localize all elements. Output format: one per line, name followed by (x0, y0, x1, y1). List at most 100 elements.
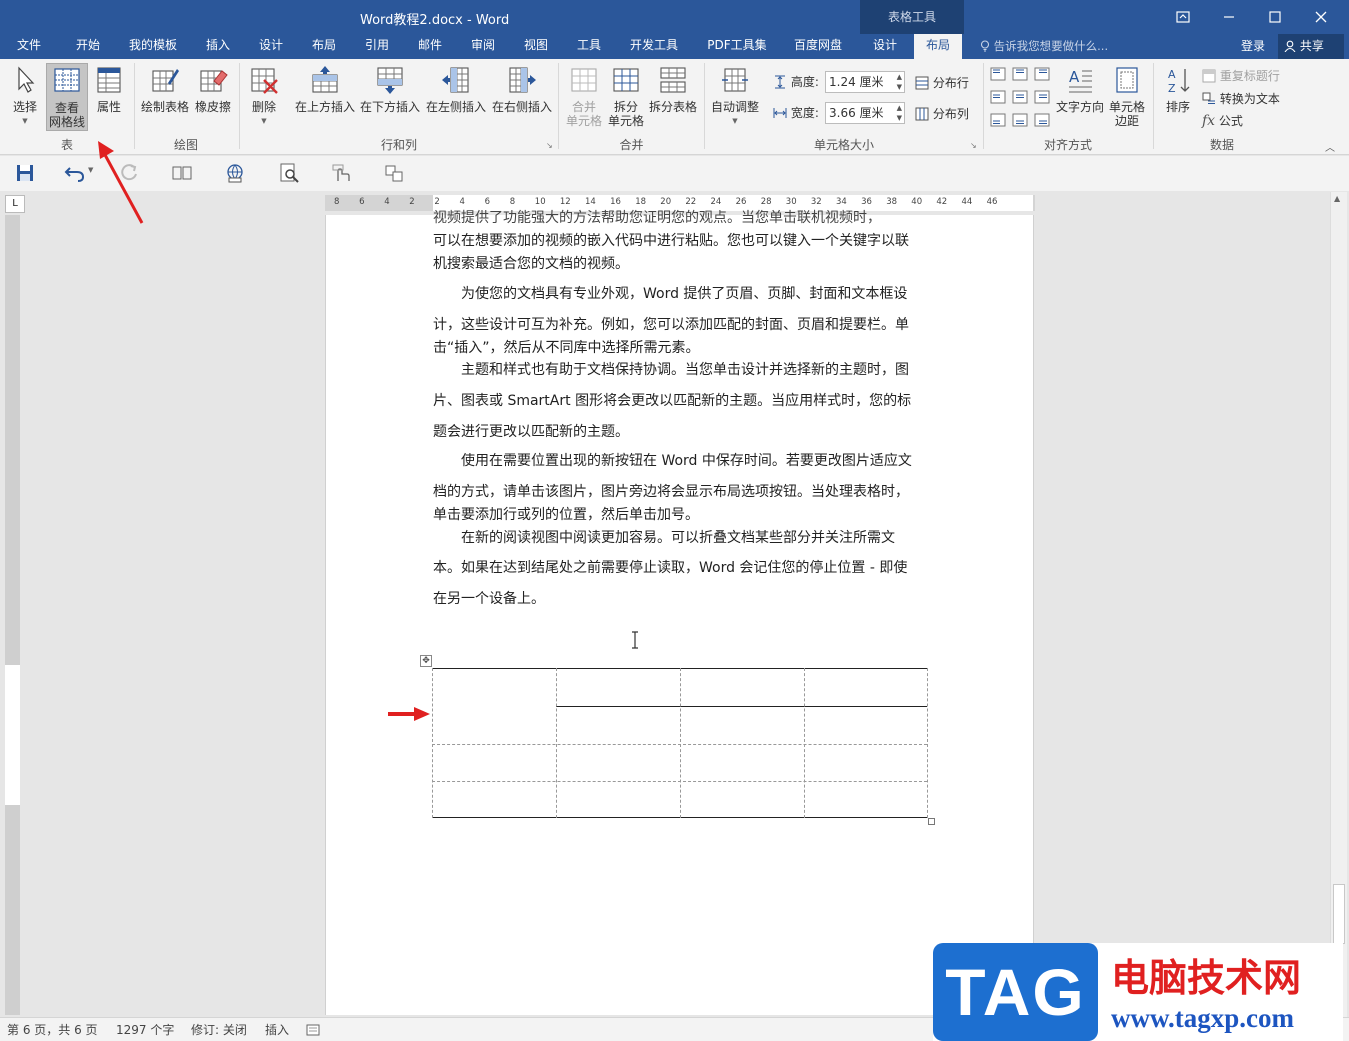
split-cells-button[interactable]: 拆分 单元格 (605, 65, 647, 128)
tab-table-layout[interactable]: 布局 (914, 34, 962, 59)
align-top-right-icon[interactable] (1034, 67, 1050, 81)
align-top-center-icon[interactable] (1012, 67, 1028, 81)
tab-table-design[interactable]: 设计 (862, 34, 908, 59)
undo-icon[interactable] (64, 162, 86, 184)
close-button[interactable] (1298, 0, 1344, 34)
macro-record-icon[interactable] (306, 1023, 320, 1037)
gridline (804, 668, 805, 818)
insert-above-button[interactable]: 在上方插入 (294, 65, 356, 114)
tab-layout[interactable]: 布局 (302, 34, 346, 59)
word-count[interactable]: 1297 个字 (116, 1021, 174, 1038)
cursor-arrow-icon (18, 66, 35, 93)
tab-view[interactable]: 视图 (514, 34, 558, 59)
convert-text-label: 转换为文本 (1219, 92, 1280, 106)
page-count[interactable]: 第 6 页，共 6 页 (7, 1021, 98, 1038)
view-gridlines-button[interactable]: 查看 网格线 (46, 63, 88, 131)
window-title: Word教程2.docx - Word (360, 13, 510, 28)
scroll-thumb[interactable] (1333, 884, 1345, 944)
distribute-rows-button[interactable]: 分布行 (915, 74, 969, 91)
paragraph-line: 机搜索最适合您的文档的视频。 (433, 256, 629, 272)
eraser-button[interactable]: 橡皮擦 (192, 65, 234, 114)
tab-my-templates[interactable]: 我的模板 (122, 34, 184, 59)
draw-table-button[interactable]: 绘制表格 (140, 65, 190, 114)
vertical-ruler[interactable] (5, 215, 20, 1015)
height-input[interactable]: 1.24 厘米 ▲ ▼ (825, 71, 905, 93)
formula-button[interactable]: fx 公式 (1202, 112, 1243, 129)
insert-below-button[interactable]: 在下方插入 (358, 65, 422, 114)
tab-design[interactable]: 设计 (249, 34, 293, 59)
align-bottom-left-icon[interactable] (990, 113, 1006, 127)
tab-developer[interactable]: 开发工具 (620, 34, 688, 59)
spin-arrows-icon[interactable]: ▲ ▼ (897, 72, 902, 92)
paragraph-line: 视频提供了功能强大的方法帮助您证明您的观点。当您单击联机视频时， (433, 210, 881, 226)
align-top-left-icon[interactable] (990, 67, 1006, 81)
track-changes-status[interactable]: 修订: 关闭 (191, 1021, 247, 1038)
text-direction-label: 文字方向 (1055, 100, 1104, 114)
ruler-tick-label: 34 (836, 197, 847, 207)
spin-arrows-icon[interactable]: ▲ ▼ (897, 103, 902, 123)
tab-pdf-tools[interactable]: PDF工具集 (700, 34, 774, 59)
distribute-cols-button[interactable]: 分布列 (915, 105, 969, 122)
paragraph-line: 计，这些设计可互为补充。例如，您可以添加匹配的封面、页眉和提要栏。单 (433, 317, 909, 333)
delete-button[interactable]: 删除 ▼ (244, 65, 284, 128)
tab-selector[interactable]: L (5, 195, 25, 213)
merge-cells-button[interactable]: 合并 单元格 (563, 65, 605, 128)
insert-left-button[interactable]: 在左侧插入 (424, 65, 488, 114)
width-input[interactable]: 3.66 厘米 ▲ ▼ (825, 102, 905, 124)
minimize-button[interactable] (1206, 0, 1252, 34)
text-direction-icon: A (1069, 68, 1092, 93)
web-layout-icon[interactable] (224, 162, 246, 184)
dialog-launcher-icon[interactable]: ↘ (970, 141, 977, 150)
tab-review[interactable]: 审阅 (461, 34, 505, 59)
tab-mailings[interactable]: 邮件 (408, 34, 452, 59)
autofit-label: 自动调整 (710, 100, 759, 114)
align-middle-left-icon[interactable] (990, 90, 1006, 104)
login-link[interactable]: 登录 (1241, 34, 1265, 58)
tab-home[interactable]: 开始 (66, 34, 110, 59)
tab-file[interactable]: 文件 (8, 34, 50, 59)
tab-baidu-netdisk[interactable]: 百度网盘 (786, 34, 850, 59)
scroll-up-icon[interactable]: ▲ (1334, 194, 1340, 203)
autofit-button[interactable]: 自动调整 ▼ (708, 65, 762, 128)
table-move-handle[interactable]: ✥ (420, 655, 432, 667)
svg-text:A: A (1069, 68, 1080, 86)
convert-to-text-button[interactable]: 转换为文本 (1202, 90, 1280, 107)
repeat-header-rows-button[interactable]: 重复标题行 (1202, 67, 1280, 84)
customize-toolbar-icon[interactable] (383, 162, 405, 184)
document-table[interactable] (432, 668, 935, 825)
share-button[interactable]: 共享 (1278, 34, 1344, 59)
align-bottom-right-icon[interactable] (1034, 113, 1050, 127)
sort-button[interactable]: AZ 排序 (1160, 65, 1196, 114)
dialog-launcher-icon[interactable]: ↘ (546, 141, 553, 150)
align-bottom-center-icon[interactable] (1012, 113, 1028, 127)
tab-insert[interactable]: 插入 (196, 34, 240, 59)
split-table-button[interactable]: 拆分表格 (648, 65, 698, 114)
ruler-tick-label: 8 (509, 197, 516, 207)
align-middle-right-icon[interactable] (1034, 90, 1050, 104)
eraser-label: 橡皮擦 (194, 100, 231, 114)
properties-button[interactable]: 属性 (90, 65, 128, 114)
cell-margins-button[interactable]: 单元格 边距 (1106, 65, 1148, 128)
cell-margins-label-2: 边距 (1114, 114, 1139, 128)
table-resize-handle[interactable] (928, 818, 935, 825)
touch-mode-icon[interactable] (330, 162, 352, 184)
tell-me-search[interactable]: 告诉我您想要做什么... (980, 34, 1108, 59)
paragraph-line: 使用在需要位置出现的新按钮在 Word 中保存时间。若要更改图片适应文 (461, 453, 912, 469)
watermark-url: www.tagxp.com (1111, 1003, 1294, 1033)
insert-mode-status[interactable]: 插入 (265, 1021, 289, 1038)
paragraph-line: 题会进行更改以匹配新的主题。 (433, 424, 629, 440)
document-page[interactable]: 视频提供了功能强大的方法帮助您证明您的观点。当您单击联机视频时， 可以在想要添加… (325, 210, 1034, 1015)
save-icon[interactable] (14, 162, 36, 184)
text-direction-button[interactable]: A 文字方向 (1054, 65, 1106, 114)
align-middle-center-icon[interactable] (1012, 90, 1028, 104)
maximize-button[interactable] (1252, 0, 1298, 34)
tab-references[interactable]: 引用 (355, 34, 399, 59)
print-preview-icon[interactable] (278, 162, 300, 184)
select-button[interactable]: 选择 ▼ (6, 65, 44, 128)
collapse-ribbon-icon[interactable]: ︿ (1325, 139, 1335, 154)
insert-right-button[interactable]: 在右侧插入 (490, 65, 554, 114)
vertical-scrollbar[interactable]: ▲ (1330, 192, 1347, 1017)
tab-tools[interactable]: 工具 (567, 34, 611, 59)
read-mode-icon[interactable] (171, 162, 193, 184)
ribbon-display-options-icon[interactable] (1160, 0, 1206, 34)
